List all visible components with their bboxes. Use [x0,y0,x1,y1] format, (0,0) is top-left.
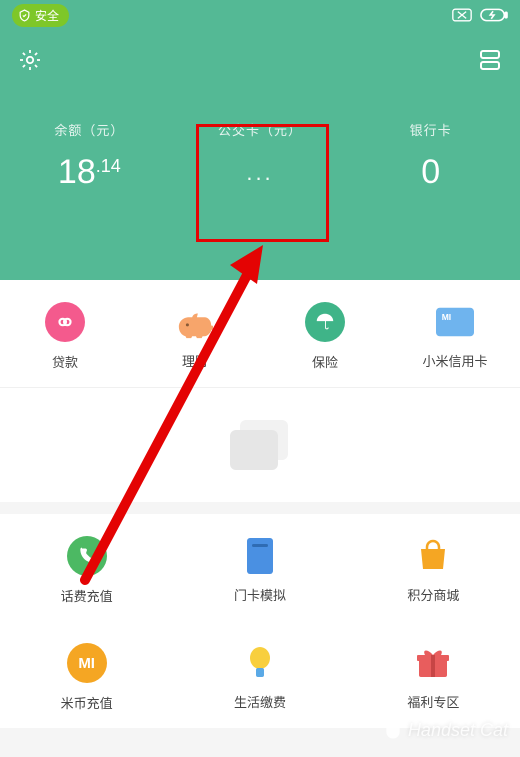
bulb-icon [241,644,279,682]
svg-text:MI: MI [442,312,452,322]
scan-icon[interactable] [478,48,502,72]
transit-card-tile[interactable]: 公交卡（元） ... [175,120,346,193]
balance-value: 18.14 [4,153,175,192]
insurance-label: 保险 [312,352,338,371]
topup-cell[interactable]: 话费充值 [0,514,173,621]
balance-tile[interactable]: 余额（元） 18.14 [4,120,175,193]
insurance-cell[interactable]: 保险 [260,280,390,387]
finance-cell[interactable]: 理财 [130,280,260,387]
bank-card-tile[interactable]: 银行卡 0 [345,120,516,193]
topup-label: 话费充值 [61,586,113,605]
cat-icon [383,721,403,741]
bag-icon [414,537,452,575]
quick-actions-panel: 贷款 理财 保险 MI 小米信用卡 [0,280,520,387]
infinity-icon [45,302,85,342]
gift-icon [414,644,452,682]
gear-icon[interactable] [18,48,42,72]
battery-charging-icon [480,8,508,22]
shield-icon [18,9,31,22]
loan-label: 贷款 [52,352,78,371]
phone-icon [67,536,107,576]
image-stack-icon [230,420,290,470]
bills-label: 生活缴费 [234,692,286,711]
credit-label: 小米信用卡 [422,351,487,370]
welfare-cell[interactable]: 福利专区 [347,621,520,728]
points-mall-cell[interactable]: 积分商城 [347,514,520,621]
security-pill: 安全 [12,4,69,27]
transit-value: ... [175,153,346,193]
piggy-icon [176,303,214,341]
mi-logo-icon: MI [67,643,107,683]
door-card-cell[interactable]: 门卡模拟 [173,514,346,621]
loan-cell[interactable]: 贷款 [0,280,130,387]
bills-cell[interactable]: 生活缴费 [173,621,346,728]
status-bar: 安全 [0,0,520,30]
welfare-label: 福利专区 [407,692,459,711]
sim-off-icon [452,8,472,22]
mi-card-icon: MI [436,303,474,341]
watermark: Handset Cat [383,720,508,741]
door-card-icon [241,537,279,575]
umbrella-icon [305,302,345,342]
mi-coin-cell[interactable]: MI 米币充值 [0,621,173,728]
services-panel: 话费充值 门卡模拟 积分商城 MI 米币充值 生活缴费 [0,514,520,728]
bank-label: 银行卡 [345,120,516,139]
door-label: 门卡模拟 [234,585,286,604]
transit-label: 公交卡（元） [175,120,346,139]
security-label: 安全 [35,7,59,24]
promo-banner[interactable] [0,387,520,502]
credit-card-cell[interactable]: MI 小米信用卡 [390,280,520,387]
bank-value: 0 [345,153,516,192]
finance-label: 理财 [182,351,208,370]
mi-coin-label: 米币充值 [61,693,113,712]
points-label: 积分商城 [407,585,459,604]
wallet-header: 安全 余额（元） 18.14 公交卡（元） ... 银行卡 0 [0,0,520,280]
balance-label: 余额（元） [4,120,175,139]
